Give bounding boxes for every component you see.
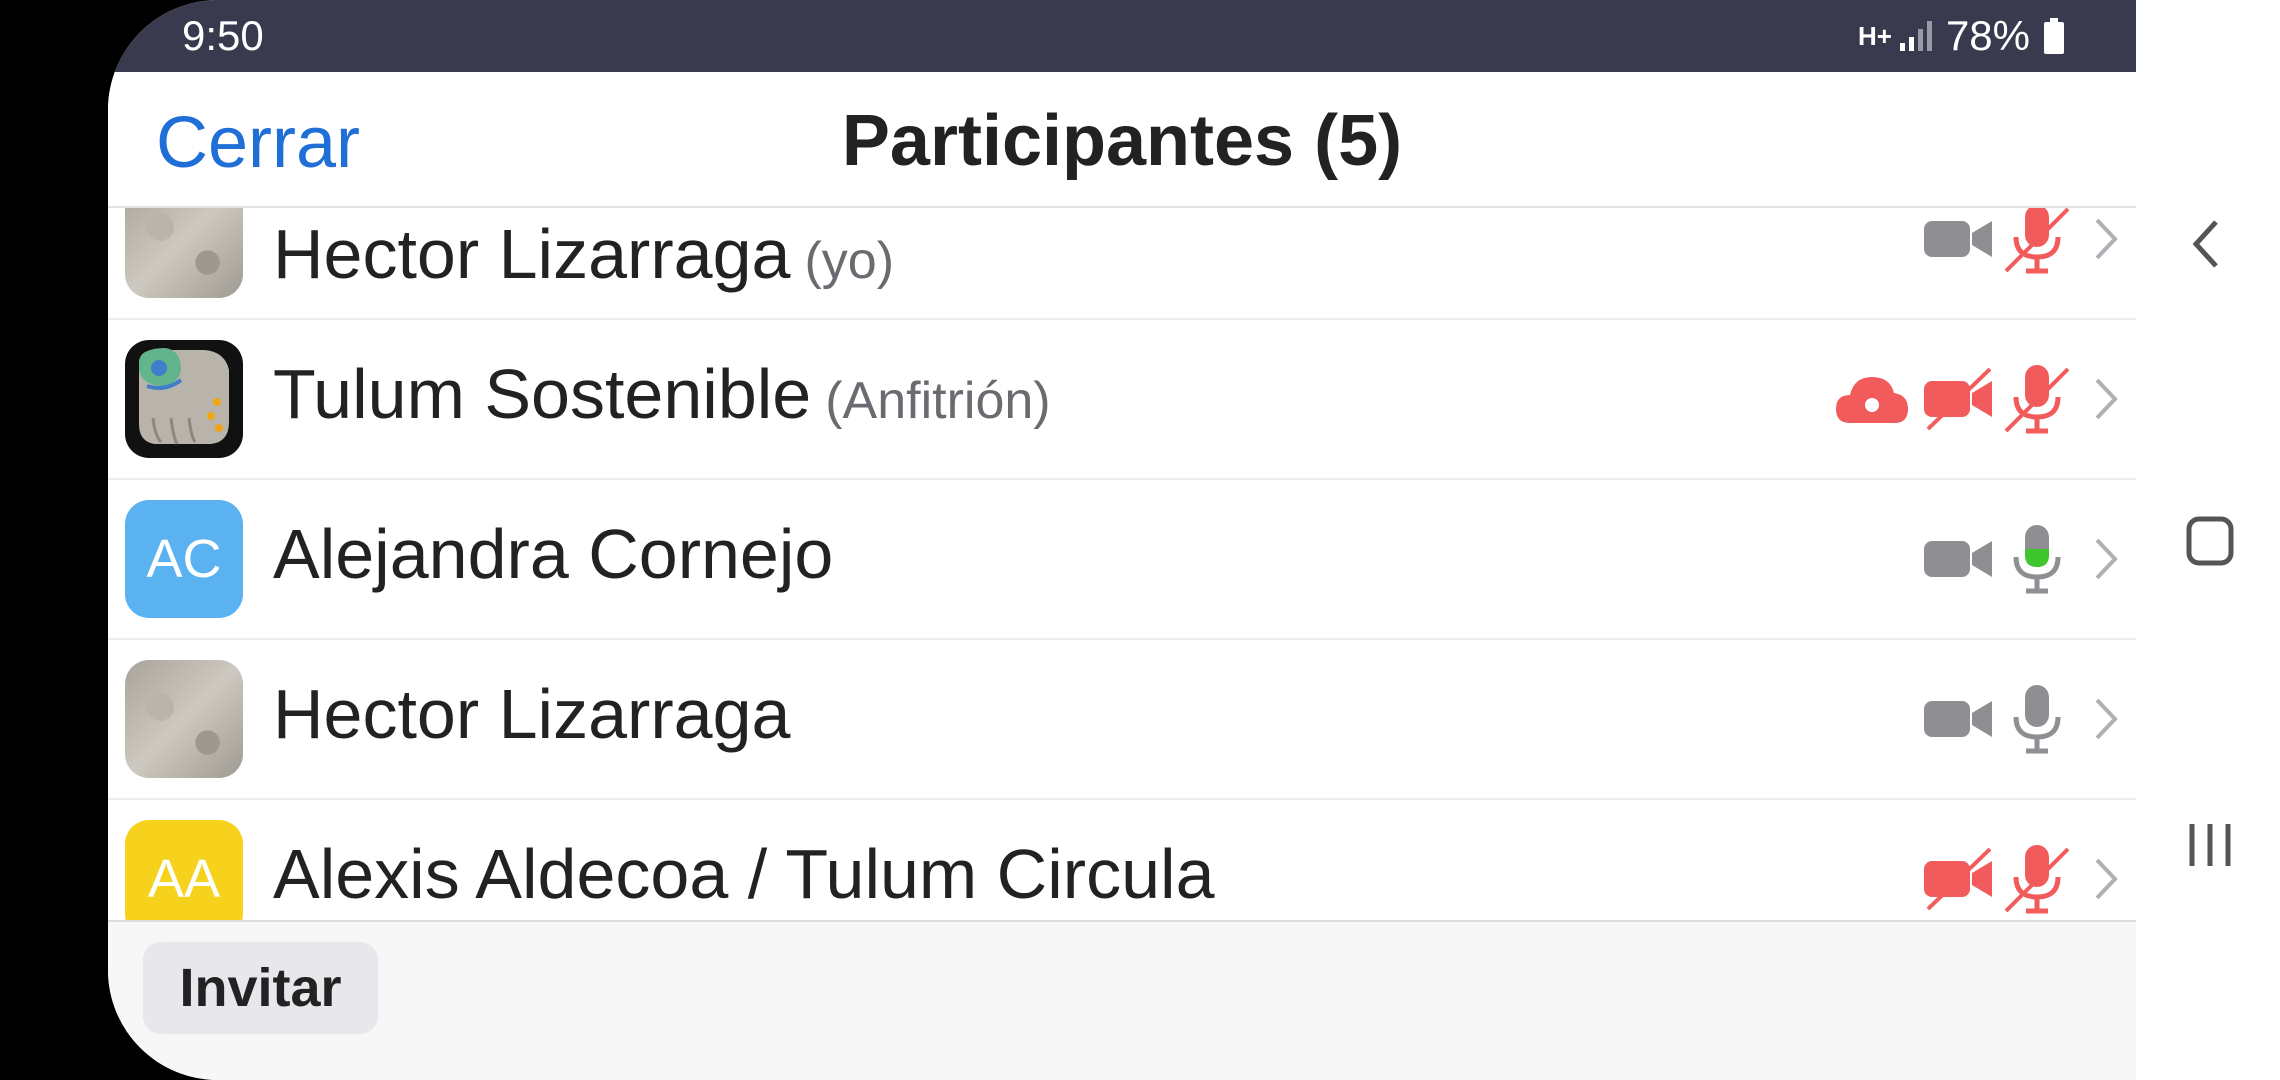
signal-strength-icon (1899, 21, 1932, 51)
participant-status-icons (1920, 820, 2136, 920)
chevron-right-icon[interactable] (2076, 679, 2136, 759)
chevron-right-icon[interactable] (2076, 519, 2136, 599)
video-camera-icon (1920, 208, 1998, 279)
avatar: AC (125, 500, 243, 618)
participant-status-icons (1824, 340, 2136, 458)
participant-row[interactable]: AA Alexis Aldecoa / Tulum Circula (108, 800, 2136, 920)
microphone-muted-icon (1998, 359, 2076, 439)
participant-name: Tulum Sostenible (Anfitrión) (273, 355, 1051, 433)
participant-role: (Anfitrión) (825, 372, 1051, 430)
avatar (125, 340, 243, 458)
video-camera-icon (1920, 679, 1998, 759)
microphone-speaking-icon (1998, 519, 2076, 599)
participant-role: (yo) (804, 232, 895, 290)
avatar: AA (125, 820, 243, 920)
status-bar: 9:50 H+ 78% (108, 0, 2136, 72)
home-icon[interactable] (2186, 516, 2234, 572)
participant-row[interactable]: Hector Lizarraga (108, 640, 2136, 800)
page-title: Participantes (5) (841, 101, 1403, 181)
participants-list[interactable]: Hector Lizarraga (yo) Tulum Sostenible (… (108, 208, 2136, 920)
microphone-icon (1998, 679, 2076, 759)
cloud-recording-icon (1824, 359, 1920, 439)
invite-button[interactable]: Invitar (143, 942, 378, 1034)
participant-name: Hector Lizarraga (yo) (273, 215, 895, 293)
participant-row[interactable]: AC Alejandra Cornejo (108, 480, 2136, 640)
participant-row[interactable]: Tulum Sostenible (Anfitrión) (108, 320, 2136, 480)
status-indicators: H+ 78% (1858, 12, 2064, 60)
microphone-muted-icon (1998, 839, 2076, 919)
participant-name: Hector Lizarraga (273, 675, 791, 753)
recents-icon[interactable] (2186, 820, 2231, 876)
participant-name: Alexis Aldecoa / Tulum Circula (273, 835, 1215, 913)
participants-header: Cerrar Participantes (5) (108, 72, 2136, 208)
video-camera-icon (1920, 519, 1998, 599)
chevron-right-icon[interactable] (2076, 839, 2136, 919)
battery-percent: 78% (1945, 12, 2030, 59)
microphone-muted-icon (1998, 208, 2076, 279)
participant-row[interactable]: Hector Lizarraga (yo) (108, 208, 2136, 320)
video-off-icon (1920, 839, 1998, 919)
participant-status-icons (1920, 208, 2136, 298)
avatar (125, 660, 243, 778)
status-time: 9:50 (182, 12, 264, 59)
participants-footer: Invitar (108, 920, 2136, 1080)
participant-name: Alejandra Cornejo (273, 515, 834, 593)
android-navigation-bar (2136, 0, 2280, 1080)
network-type-icon: H+ (1857, 21, 1892, 51)
avatar (125, 208, 243, 298)
participant-status-icons (1920, 500, 2136, 618)
video-off-icon (1920, 359, 1998, 439)
battery-icon (2044, 18, 2064, 54)
back-icon[interactable] (2186, 216, 2230, 272)
zoom-participants-screen: 9:50 H+ 78% Cerrar Participantes (5) Hec… (108, 0, 2136, 1080)
chevron-right-icon[interactable] (2076, 359, 2136, 439)
chevron-right-icon[interactable] (2076, 208, 2136, 279)
participant-status-icons (1920, 660, 2136, 778)
